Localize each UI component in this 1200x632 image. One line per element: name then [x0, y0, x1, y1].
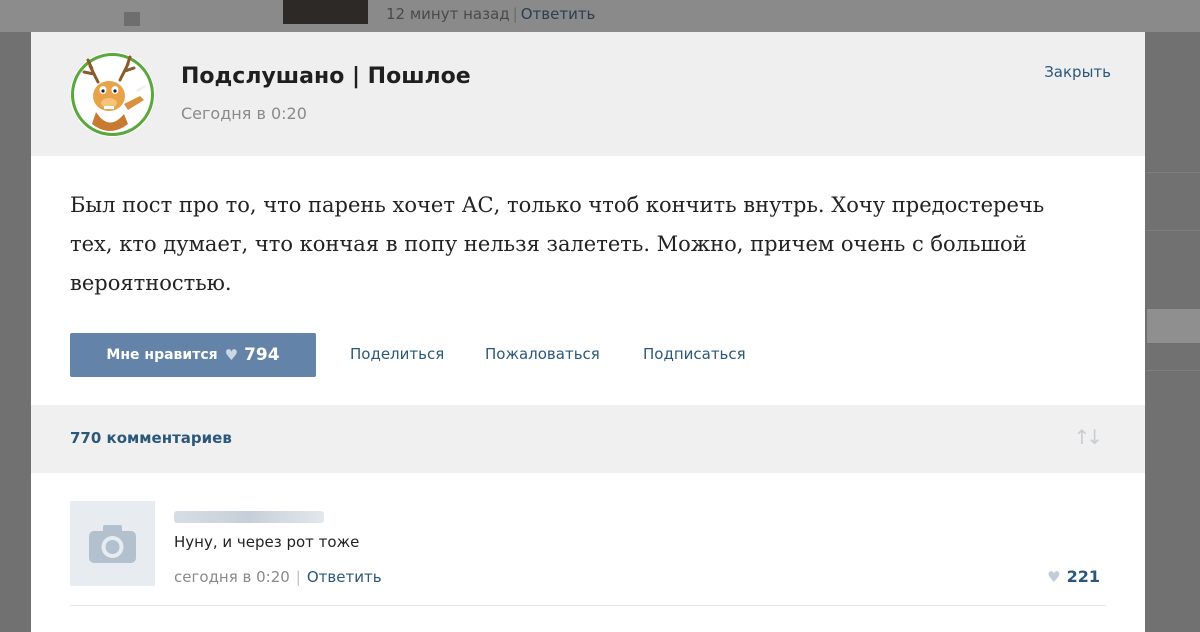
subscribe-link[interactable]: Подписаться	[643, 345, 746, 363]
post-modal: Подслушано | Пошлое Сегодня в 0:20 Закры…	[31, 32, 1145, 632]
comment-item: Нуну, и через рот тоже сегодня в 0:20 | От…	[70, 501, 1106, 606]
heart-icon: ♥	[1047, 567, 1061, 586]
comment-avatar[interactable]	[70, 501, 155, 586]
background-divider	[1146, 230, 1200, 231]
comment-like-count: 221	[1066, 567, 1100, 586]
mail-icon	[124, 12, 140, 26]
like-label: Мне нравится	[106, 347, 218, 363]
like-button[interactable]: Мне нравится ♥ 794	[70, 333, 316, 377]
background-input	[1146, 308, 1200, 344]
report-link[interactable]: Пожаловаться	[485, 345, 600, 363]
background-divider	[1146, 172, 1200, 173]
comment-like-button[interactable]: ♥ 221	[1047, 567, 1100, 586]
comment-time[interactable]: сегодня в 0:20	[174, 568, 290, 586]
background-time: 12 минут назад	[386, 5, 510, 23]
comment-text: Нуну, и через рот тоже	[174, 533, 360, 551]
background-thumbnail	[283, 0, 368, 24]
background-divider	[1146, 370, 1200, 371]
post-date[interactable]: Сегодня в 0:20	[181, 104, 307, 123]
background-reply-link: Ответить	[520, 5, 596, 23]
deer-avatar-icon	[71, 53, 154, 136]
camera-icon	[89, 525, 136, 563]
comment-meta: сегодня в 0:20 | Ответить	[174, 568, 382, 586]
comments-header: 770 комментариев ↑↓	[31, 405, 1145, 473]
post-header: Подслушано | Пошлое Сегодня в 0:20 Закры…	[31, 32, 1145, 156]
post-text: Был пост про то, что парень хочет АС, то…	[70, 193, 1045, 295]
close-button[interactable]: Закрыть	[1044, 63, 1111, 81]
background-page	[0, 0, 1200, 32]
share-link[interactable]: Поделиться	[350, 345, 444, 363]
comments-count[interactable]: 770 комментариев	[70, 429, 232, 447]
group-name[interactable]: Подслушано | Пошлое	[181, 64, 471, 89]
comment-reply-link[interactable]: Ответить	[307, 568, 382, 586]
group-avatar[interactable]	[70, 52, 155, 137]
heart-icon: ♥	[224, 346, 239, 364]
comment-author-blurred[interactable]	[174, 511, 324, 523]
like-count: 794	[244, 345, 280, 365]
background-comment-meta: 12 минут назад | Ответить	[386, 5, 596, 23]
comment-divider	[70, 605, 1106, 606]
sort-icon[interactable]: ↑↓	[1073, 425, 1102, 449]
